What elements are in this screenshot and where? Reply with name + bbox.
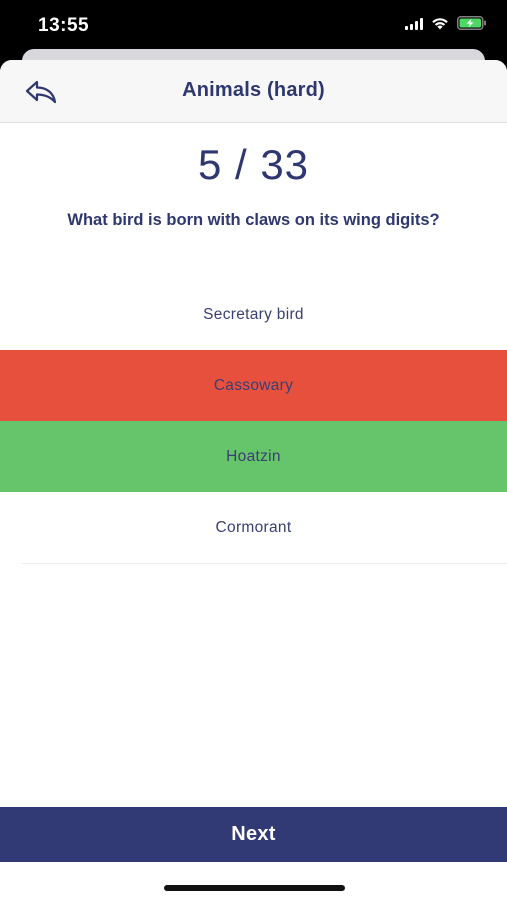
question-progress: 5 / 33 bbox=[197, 141, 310, 188]
wifi-icon bbox=[431, 17, 449, 30]
answer-option-correct[interactable]: Hoatzin bbox=[0, 421, 507, 492]
nav-bar: Animals (hard) bbox=[0, 60, 507, 123]
quiz-sheet: Animals (hard) 5 / 33 What bird is born … bbox=[0, 60, 507, 900]
answer-option[interactable]: Cormorant bbox=[0, 492, 507, 563]
answer-divider bbox=[22, 563, 507, 564]
question-text: What bird is born with claws on its wing… bbox=[67, 211, 440, 229]
answer-option-wrong[interactable]: Cassowary bbox=[0, 350, 507, 421]
status-time: 13:55 bbox=[38, 15, 90, 36]
cellular-signal-icon bbox=[405, 17, 423, 30]
status-bar: 13:55 bbox=[0, 0, 507, 50]
next-button[interactable]: Next bbox=[0, 807, 507, 862]
home-indicator bbox=[164, 885, 345, 891]
battery-charging-icon bbox=[457, 16, 487, 30]
answer-list: Secretary bird Cassowary Hoatzin Cormora… bbox=[0, 279, 507, 564]
answer-option[interactable]: Secretary bird bbox=[0, 279, 507, 350]
status-icons bbox=[405, 16, 487, 30]
quiz-screen: 13:55 Animals (hard) 5 / 33 What bird is… bbox=[0, 0, 507, 900]
nav-title: Animals (hard) bbox=[182, 79, 325, 101]
